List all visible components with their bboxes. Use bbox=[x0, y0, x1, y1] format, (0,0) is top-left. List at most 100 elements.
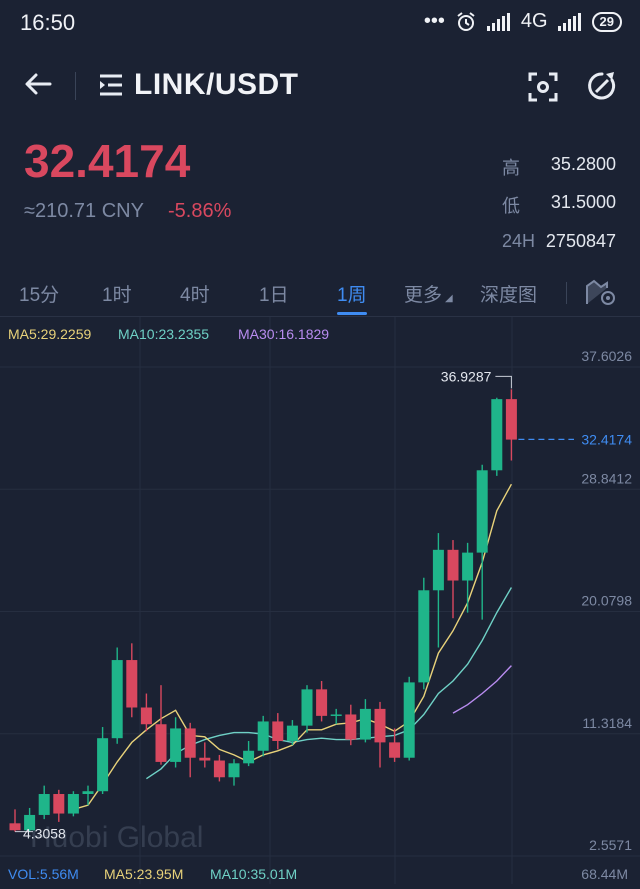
kline-svg[interactable]: MA5:29.2259 MA10:23.2355 MA30:16.1829 Hu… bbox=[0, 317, 640, 884]
active-tab-underline bbox=[337, 312, 367, 315]
vol-ma10: MA10:35.01M bbox=[210, 866, 298, 882]
menu-list-icon[interactable] bbox=[98, 72, 124, 98]
vol-value: VOL:5.56M bbox=[8, 866, 79, 882]
candle-body bbox=[126, 660, 138, 708]
candle-body bbox=[213, 760, 225, 778]
tab-more-label: 更多 bbox=[404, 285, 443, 306]
candle-body bbox=[403, 682, 415, 758]
back-arrow-icon[interactable] bbox=[22, 68, 54, 100]
status-bar: 16:50 ••• 4G 29 bbox=[0, 0, 640, 46]
candle-body bbox=[38, 794, 50, 815]
last-price: 32.4174 bbox=[24, 135, 191, 187]
candle-body bbox=[228, 763, 240, 778]
more-dots-icon: ••• bbox=[423, 10, 445, 32]
tab-separator bbox=[566, 282, 567, 304]
signal-icon bbox=[486, 12, 510, 31]
candle-body bbox=[316, 689, 328, 716]
tab-more[interactable]: 更多 ◢ bbox=[404, 280, 453, 307]
stat-high-value: 35.2800 bbox=[550, 154, 616, 174]
header-divider bbox=[75, 72, 76, 100]
candle-body bbox=[67, 794, 79, 814]
stat-24h-value: 2750847 bbox=[545, 231, 616, 251]
chart-grid bbox=[0, 317, 640, 884]
tab-4h[interactable]: 4时 bbox=[180, 280, 210, 307]
candle-body bbox=[257, 721, 269, 751]
stat-high-label: 高 bbox=[502, 158, 520, 178]
y-tick-label: 11.3184 bbox=[582, 715, 632, 731]
volume-legend: VOL:5.56M MA5:23.95M MA10:35.01M 68.44M bbox=[0, 862, 640, 884]
candle-body bbox=[272, 721, 284, 741]
tab-1h[interactable]: 1时 bbox=[102, 280, 132, 307]
tab-depth[interactable]: 深度图 bbox=[480, 280, 537, 307]
vol-ma5: MA5:23.95M bbox=[104, 866, 184, 882]
y-tick-label: 2.5571 bbox=[589, 837, 632, 853]
candle-body bbox=[301, 689, 313, 726]
candle-body bbox=[9, 823, 21, 831]
stat-24h: 24H 2750847 bbox=[502, 231, 616, 255]
status-icons: ••• 4G 29 bbox=[424, 10, 622, 33]
chart-settings-icon[interactable] bbox=[585, 278, 617, 306]
candle-body bbox=[374, 708, 386, 743]
tab-1d[interactable]: 1日 bbox=[259, 280, 289, 307]
share-refresh-icon[interactable] bbox=[586, 70, 618, 102]
candle-body bbox=[82, 791, 94, 795]
y-tick-label: 20.0798 bbox=[581, 593, 632, 609]
screenshot-icon[interactable] bbox=[528, 72, 558, 102]
candle-body bbox=[462, 552, 474, 581]
y-tick-label: 37.6026 bbox=[581, 348, 632, 364]
pair-title[interactable]: LINK/USDT bbox=[134, 68, 299, 102]
candle-body bbox=[53, 794, 65, 814]
candle-body bbox=[418, 590, 430, 683]
candle-body bbox=[330, 714, 342, 716]
max-label: 36.9287 bbox=[441, 368, 492, 384]
stat-low-value: 31.5000 bbox=[550, 192, 616, 212]
tab-15m[interactable]: 15分 bbox=[19, 280, 59, 307]
status-time: 16:50 bbox=[20, 10, 76, 35]
y-tick-label: 28.8412 bbox=[581, 470, 632, 486]
candle-body bbox=[155, 724, 167, 762]
min-label: 4.3058 bbox=[23, 826, 66, 842]
candle-body bbox=[111, 660, 123, 739]
legend-ma10: MA10:23.2355 bbox=[118, 326, 209, 342]
stat-low-label: 低 bbox=[502, 196, 520, 216]
candle-body bbox=[447, 549, 459, 581]
interval-tabs: 15分 1时 4时 1日 1周 更多 ◢ 深度图 bbox=[0, 268, 640, 317]
candle-body bbox=[491, 399, 503, 471]
stat-high: 高 35.2800 bbox=[502, 154, 616, 178]
ma30-line bbox=[452, 665, 512, 714]
price-change: -5.86% bbox=[168, 200, 232, 222]
caret-down-icon: ◢ bbox=[445, 293, 453, 304]
kline-chart[interactable]: MA5:29.2259 MA10:23.2355 MA30:16.1829 Hu… bbox=[0, 317, 640, 884]
cny-price: ≈210.71 CNY bbox=[24, 200, 144, 222]
signal-icon-2 bbox=[557, 12, 581, 31]
candle-body bbox=[184, 728, 196, 758]
candle-body bbox=[345, 714, 357, 740]
candle-body bbox=[389, 742, 401, 758]
moving-average-lines bbox=[73, 483, 513, 811]
candle-body bbox=[476, 470, 488, 553]
legend-ma30: MA30:16.1829 bbox=[238, 326, 329, 342]
stat-24h-label: 24H bbox=[502, 231, 536, 251]
ma10-line bbox=[146, 587, 513, 780]
candle-body bbox=[359, 708, 371, 740]
ma5-line bbox=[73, 483, 513, 811]
network-type: 4G bbox=[520, 10, 548, 32]
candle-body bbox=[286, 725, 298, 741]
candles bbox=[9, 389, 517, 832]
legend-ma5: MA5:29.2259 bbox=[8, 326, 91, 342]
candle-body bbox=[170, 728, 182, 762]
battery-indicator: 29 bbox=[591, 11, 622, 32]
last-price-label: 32.4174 bbox=[581, 431, 632, 447]
candle-body bbox=[199, 757, 211, 761]
price-axis: 37.6026 28.8412 20.0798 11.3184 2.5571 bbox=[581, 348, 632, 853]
max-marker bbox=[495, 375, 512, 389]
candle-body bbox=[432, 549, 444, 591]
candle-body bbox=[97, 738, 109, 792]
candle-body bbox=[140, 707, 152, 725]
stat-low: 低 31.5000 bbox=[502, 192, 616, 216]
candle-body bbox=[505, 399, 517, 440]
candle-body bbox=[243, 750, 255, 764]
alarm-icon bbox=[457, 11, 475, 31]
tab-1w[interactable]: 1周 bbox=[337, 280, 367, 307]
header: LINK/USDT bbox=[0, 56, 640, 118]
